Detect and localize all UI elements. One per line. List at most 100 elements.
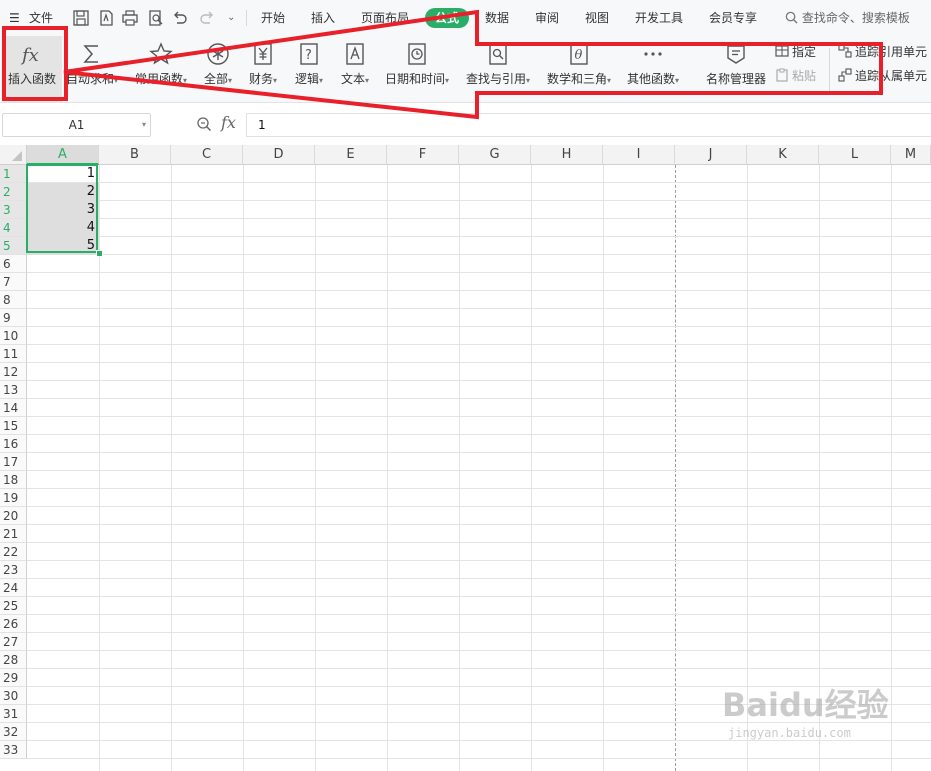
column-header-a[interactable]: A (27, 145, 99, 165)
all-functions-label: 全部 (203, 72, 228, 86)
command-search[interactable]: 查找命令、搜索模板 (785, 0, 910, 36)
column-gridline (891, 165, 892, 771)
zoom-search-icon[interactable] (196, 116, 212, 135)
column-header-l[interactable]: L (819, 145, 891, 165)
tab-developer[interactable]: 开发工具 (635, 0, 683, 36)
save-icon[interactable] (72, 9, 90, 27)
specify-button[interactable]: 指定 (775, 42, 816, 62)
paste-names-button[interactable]: 粘贴 (775, 66, 816, 86)
row-header-1[interactable]: 1 (0, 165, 27, 183)
row-header-30[interactable]: 30 (0, 687, 27, 705)
row-header-32[interactable]: 32 (0, 723, 27, 741)
redo-icon[interactable] (198, 9, 216, 27)
selection-outline (26, 164, 98, 253)
row-header-17[interactable]: 17 (0, 453, 27, 471)
export-pdf-icon[interactable] (97, 9, 115, 27)
row-header-20[interactable]: 20 (0, 507, 27, 525)
row-header-31[interactable]: 31 (0, 705, 27, 723)
row-header-26[interactable]: 26 (0, 615, 27, 633)
row-gridline (27, 704, 931, 705)
row-header-5[interactable]: 5 (0, 237, 27, 255)
column-header-b[interactable]: B (99, 145, 171, 165)
column-header-i[interactable]: I (603, 145, 675, 165)
print-icon[interactable] (121, 9, 139, 27)
autosum-button[interactable]: 自动求和▾ (66, 36, 118, 102)
menu-hamburger-icon[interactable]: ☰ (9, 0, 20, 36)
file-menu[interactable]: 文件 (29, 0, 53, 36)
fx-formula-icon[interactable]: fx (221, 113, 236, 132)
lookup-reference-button[interactable]: 查找与引用▾ (465, 36, 530, 102)
tab-page-layout[interactable]: 页面布局 (361, 0, 409, 36)
undo-icon[interactable] (171, 9, 189, 27)
column-header-c[interactable]: C (171, 145, 243, 165)
row-header-10[interactable]: 10 (0, 327, 27, 345)
row-header-7[interactable]: 7 (0, 273, 27, 291)
row-header-33[interactable]: 33 (0, 741, 27, 759)
row-header-12[interactable]: 12 (0, 363, 27, 381)
tab-insert[interactable]: 插入 (311, 0, 335, 36)
table-icon (775, 45, 789, 57)
insert-function-button[interactable]: fx 插入函数 (2, 36, 62, 102)
row-header-24[interactable]: 24 (0, 579, 27, 597)
tab-member[interactable]: 会员专享 (709, 0, 757, 36)
trace-precedents-icon (838, 44, 852, 58)
tab-formulas[interactable]: 公式 (425, 8, 469, 28)
row-header-6[interactable]: 6 (0, 255, 27, 273)
fill-handle[interactable] (96, 250, 103, 257)
common-functions-button[interactable]: 常用函数▾ (135, 36, 187, 102)
select-all-corner[interactable] (0, 145, 27, 165)
all-functions-button[interactable]: 全部▾ (200, 36, 236, 102)
tab-data[interactable]: 数据 (485, 0, 509, 36)
row-header-14[interactable]: 14 (0, 399, 27, 417)
logical-button[interactable]: ? 逻辑▾ (292, 36, 326, 102)
cell-area[interactable]: 1 2 3 4 5 (26, 164, 931, 771)
trace-dependents-button[interactable]: 追踪从属单元 (838, 66, 927, 86)
column-header-d[interactable]: D (243, 145, 315, 165)
more-functions-button[interactable]: 其他函数▾ (627, 36, 679, 102)
name-box[interactable]: A1 ▾ (2, 113, 151, 137)
column-header-g[interactable]: G (459, 145, 531, 165)
row-header-15[interactable]: 15 (0, 417, 27, 435)
lookup-reference-label: 查找与引用 (465, 72, 526, 86)
row-header-3[interactable]: 3 (0, 201, 27, 219)
column-header-e[interactable]: E (315, 145, 387, 165)
text-button[interactable]: 文本▾ (338, 36, 372, 102)
row-header-23[interactable]: 23 (0, 561, 27, 579)
name-box-dropdown-icon[interactable]: ▾ (142, 114, 146, 136)
row-header-25[interactable]: 25 (0, 597, 27, 615)
tab-review[interactable]: 审阅 (535, 0, 559, 36)
column-header-m[interactable]: M (891, 145, 931, 165)
row-header-19[interactable]: 19 (0, 489, 27, 507)
row-header-8[interactable]: 8 (0, 291, 27, 309)
row-header-29[interactable]: 29 (0, 669, 27, 687)
row-gridline (27, 524, 931, 525)
financial-button[interactable]: 财务▾ (246, 36, 280, 102)
sigma-icon (68, 42, 116, 68)
row-header-4[interactable]: 4 (0, 219, 27, 237)
row-header-11[interactable]: 11 (0, 345, 27, 363)
print-preview-icon[interactable] (147, 9, 165, 27)
row-header-21[interactable]: 21 (0, 525, 27, 543)
row-header-13[interactable]: 13 (0, 381, 27, 399)
row-header-27[interactable]: 27 (0, 633, 27, 651)
financial-label: 财务 (248, 72, 273, 86)
column-header-h[interactable]: H (531, 145, 603, 165)
row-header-18[interactable]: 18 (0, 471, 27, 489)
row-header-28[interactable]: 28 (0, 651, 27, 669)
row-gridline (27, 632, 931, 633)
math-trig-button[interactable]: θ 数学和三角▾ (547, 36, 611, 102)
tab-view[interactable]: 视图 (585, 0, 609, 36)
row-header-2[interactable]: 2 (0, 183, 27, 201)
column-header-j[interactable]: J (675, 145, 747, 165)
formula-input[interactable]: 1 (246, 113, 931, 137)
column-header-f[interactable]: F (387, 145, 459, 165)
name-manager-button[interactable]: 名称管理器 (706, 36, 766, 102)
row-header-16[interactable]: 16 (0, 435, 27, 453)
column-header-k[interactable]: K (747, 145, 819, 165)
row-header-22[interactable]: 22 (0, 543, 27, 561)
date-time-button[interactable]: 日期和时间▾ (385, 36, 449, 102)
tab-home[interactable]: 开始 (261, 0, 285, 36)
row-header-9[interactable]: 9 (0, 309, 27, 327)
trace-precedents-button[interactable]: 追踪引用单元 (838, 42, 927, 62)
customize-quick-access-icon[interactable]: ⌄ (227, 0, 235, 36)
